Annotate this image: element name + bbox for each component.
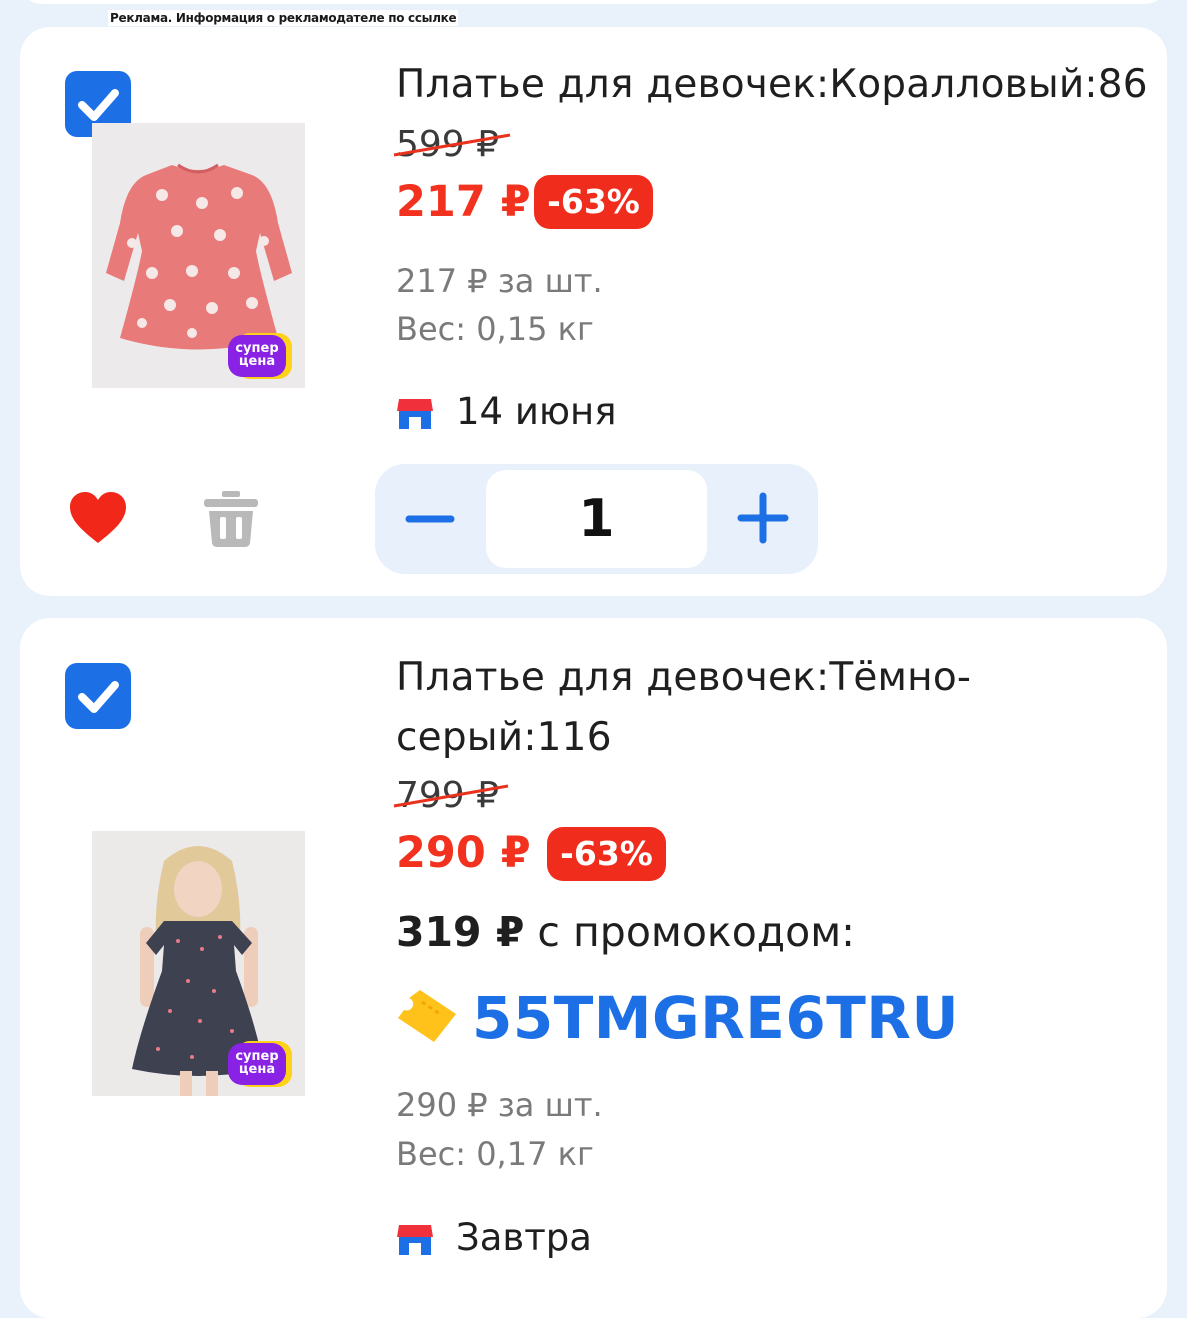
cart-item-card: супер цена Платье для девочек:Тёмно-серый… xyxy=(20,618,1167,1318)
discount-badge: -63% xyxy=(547,827,666,881)
item-select-checkbox[interactable] xyxy=(65,663,131,729)
super-price-badge: супер цена xyxy=(228,1041,292,1087)
check-icon xyxy=(78,681,119,713)
ticket-icon xyxy=(398,990,456,1042)
current-price: 290 ₽ xyxy=(396,828,531,878)
coral-dress-image[interactable]: супер цена xyxy=(92,123,305,388)
quantity-stepper: 1 xyxy=(375,464,818,574)
old-price: 799 ₽ xyxy=(393,774,509,818)
shop-icon xyxy=(397,1225,433,1255)
unit-price: 217 ₽ за шт. xyxy=(396,262,603,300)
minus-icon[interactable] xyxy=(405,504,455,534)
current-price: 217 ₽ xyxy=(396,177,531,227)
trash-icon[interactable] xyxy=(202,489,260,549)
previous-card-edge xyxy=(20,0,1167,4)
super-price-badge: супер цена xyxy=(228,333,292,379)
product-title[interactable]: Платье для девочек:Коралловый:86 xyxy=(396,55,1148,115)
quantity-value[interactable]: 1 xyxy=(486,470,707,568)
discount-badge: -63% xyxy=(534,175,653,229)
unit-price: 290 ₽ за шт. xyxy=(396,1086,603,1124)
product-title[interactable]: Платье для девочек:Тёмно-серый:116 xyxy=(396,648,971,768)
cart-item-card: супер цена Платье для девочек:Коралловый:… xyxy=(20,27,1167,596)
weight: Вес: 0,15 кг xyxy=(396,310,594,348)
promo-price-line: 319 ₽ с промокодом: xyxy=(396,908,855,956)
plus-icon[interactable] xyxy=(737,492,789,544)
grey-dress-girl-image[interactable]: супер цена xyxy=(92,831,305,1096)
shop-icon xyxy=(397,399,433,429)
old-price: 599 ₽ xyxy=(393,123,511,167)
ad-notice[interactable]: Реклама. Информация о рекламодателе по с… xyxy=(108,10,459,26)
heart-icon[interactable] xyxy=(68,491,128,545)
weight: Вес: 0,17 кг xyxy=(396,1135,594,1173)
